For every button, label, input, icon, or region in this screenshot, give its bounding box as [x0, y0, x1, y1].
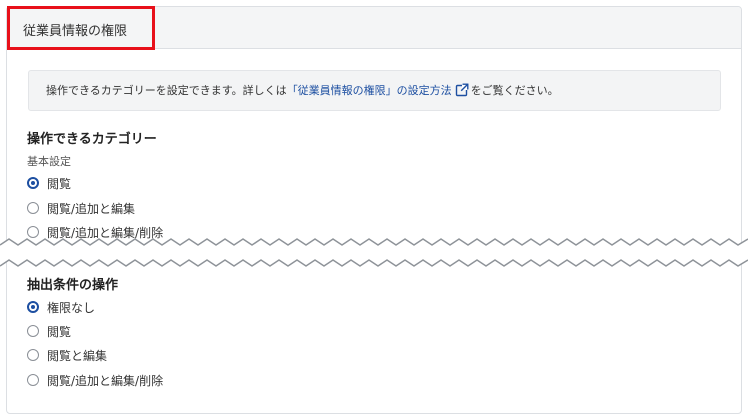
radio-unchecked-icon[interactable]	[27, 226, 39, 238]
category-option-label: 閲覧/追加と編集	[47, 201, 136, 216]
category-option-view-add-edit[interactable]: 閲覧/追加と編集	[27, 199, 135, 217]
filter-option-label: 閲覧	[47, 324, 72, 339]
filter-option-view-add-edit-delete[interactable]: 閲覧/追加と編集/削除	[27, 371, 163, 389]
external-link-icon[interactable]	[455, 83, 469, 97]
radio-checked-icon[interactable]	[27, 177, 39, 189]
basic-settings-label: 基本設定	[27, 155, 71, 168]
category-section-title: 操作できるカテゴリー	[27, 132, 157, 147]
info-box: 操作できるカテゴリーを設定できます。詳しくは「従業員情報の権限」の設定方法 をご覧…	[28, 70, 721, 111]
category-option-label: 閲覧	[47, 176, 72, 191]
settings-guide-link[interactable]: 「従業員情報の権限」の設定方法	[287, 83, 471, 97]
info-text-before: 操作できるカテゴリーを設定できます。詳しくは	[46, 84, 287, 97]
category-option-view[interactable]: 閲覧	[27, 174, 71, 192]
settings-guide-link-text[interactable]: 「従業員情報の権限」の設定方法	[287, 84, 452, 97]
radio-unchecked-icon[interactable]	[27, 349, 39, 361]
filter-option-label: 権限なし	[47, 300, 96, 315]
filter-option-none[interactable]: 権限なし	[27, 298, 95, 316]
radio-unchecked-icon[interactable]	[27, 325, 39, 337]
highlight-annotation	[7, 6, 155, 50]
info-text-after: をご覧ください。	[470, 84, 559, 97]
radio-unchecked-icon[interactable]	[27, 202, 39, 214]
filter-option-view[interactable]: 閲覧	[27, 322, 71, 340]
filter-option-label: 閲覧/追加と編集/削除	[47, 373, 164, 388]
filter-section-title: 抽出条件の操作	[27, 278, 119, 293]
content-break-divider	[0, 238, 748, 267]
filter-option-label: 閲覧と編集	[47, 348, 108, 363]
filter-option-view-edit[interactable]: 閲覧と編集	[27, 346, 107, 364]
radio-unchecked-icon[interactable]	[27, 374, 39, 386]
radio-checked-icon[interactable]	[27, 301, 39, 313]
